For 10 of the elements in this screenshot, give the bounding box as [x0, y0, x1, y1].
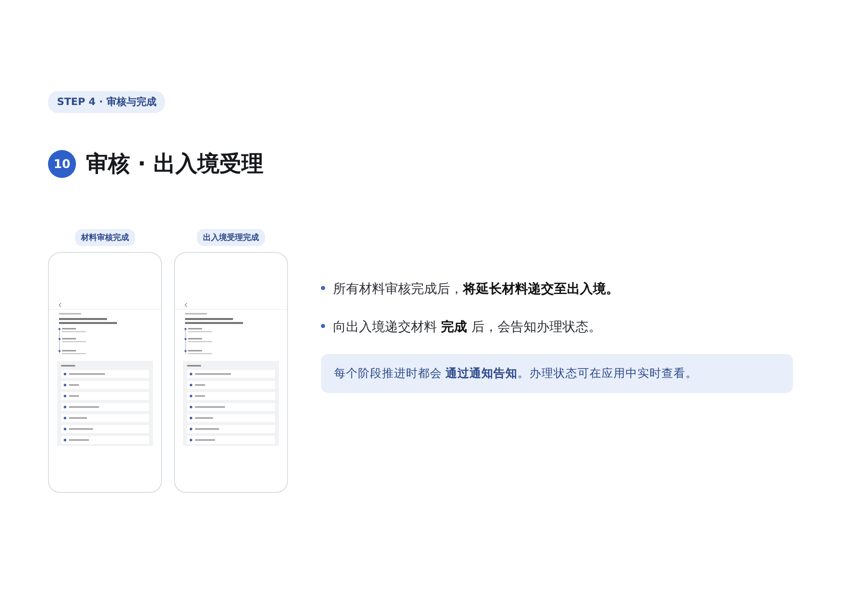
- slide-title: 审核 · 出入境受理: [86, 150, 264, 179]
- bullet-icon: [321, 286, 325, 290]
- bullet-icon: [321, 324, 325, 328]
- phone-label: 材料审核完成: [75, 229, 135, 246]
- bullet-text: 所有材料审核完成后，将延长材料递交至出入境。: [333, 281, 619, 299]
- info-note: 每个阶段推进时都会 通过通知告知。办理状态可在应用中实时查看。: [321, 354, 793, 393]
- phone-label: 出入境受理完成: [197, 229, 265, 246]
- bullet-text: 向出入境递交材料 完成 后，会告知办理状态。: [333, 319, 602, 337]
- step-number: 10: [48, 150, 76, 178]
- step-badge: STEP 4 · 审核与完成: [48, 91, 166, 113]
